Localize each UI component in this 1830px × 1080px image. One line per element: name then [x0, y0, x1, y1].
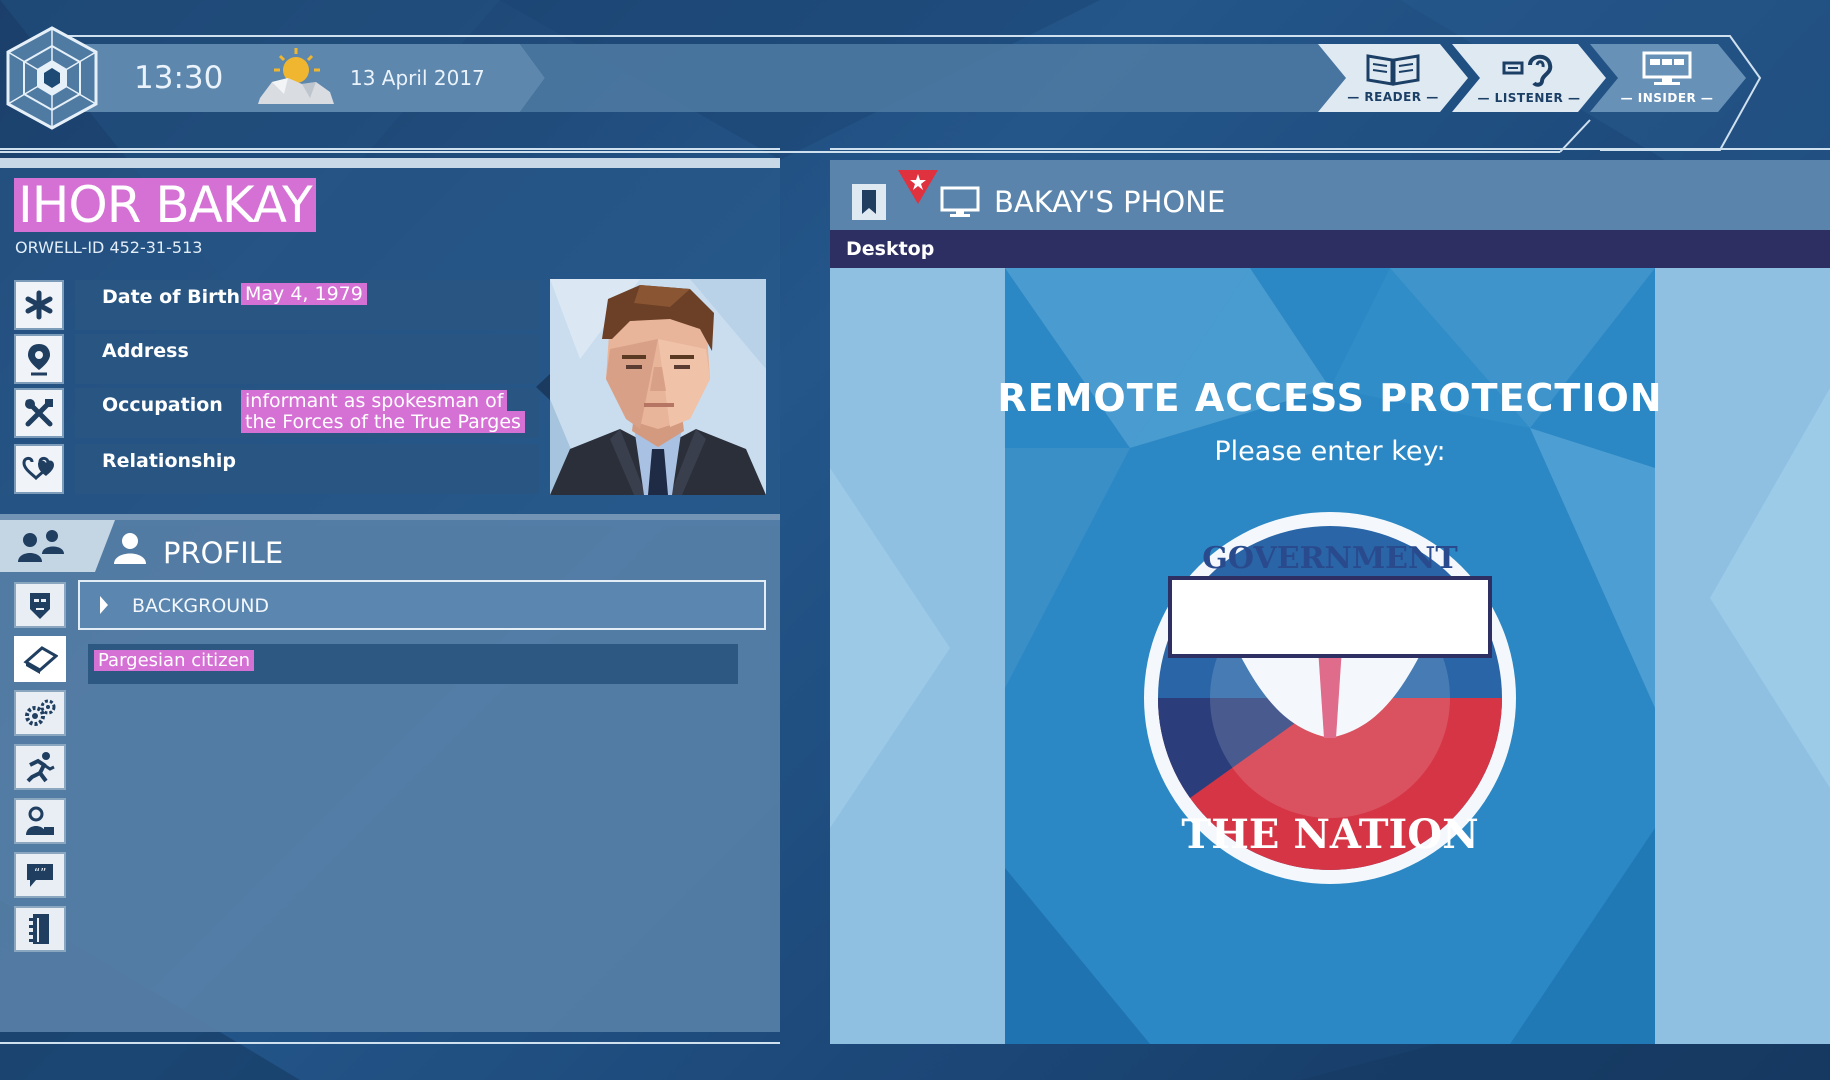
partly-sunny-icon — [254, 48, 340, 110]
occupation-value-line1: informant as spokesman of — [241, 390, 508, 412]
path-breadcrumb: Desktop — [846, 238, 935, 260]
listener-mode-label: — LISTENER — — [1477, 91, 1581, 105]
desktop-icon — [940, 186, 980, 222]
occupation-label: Occupation — [102, 394, 223, 416]
svg-text:“”: “” — [34, 866, 46, 880]
background-category-toggle[interactable]: BACKGROUND — [78, 580, 766, 630]
occupation-value-line2: the Forces of the True Parges — [241, 411, 525, 433]
running-person-icon[interactable] — [14, 744, 66, 790]
insider-mode-button[interactable]: — INSIDER — — [1606, 44, 1728, 112]
background-category-label: BACKGROUND — [132, 595, 270, 617]
portrait-pointer — [536, 372, 552, 402]
gears-icon[interactable] — [14, 690, 66, 736]
computer-icon — [1642, 51, 1692, 85]
background-entry[interactable]: Pargesian citizen — [94, 650, 255, 671]
occupation-value[interactable]: informant as spokesman of the Forces of … — [241, 390, 525, 433]
phone-title: BAKAY'S PHONE — [994, 185, 1226, 219]
seal-top-text: GOVERNMENT — [1202, 541, 1458, 576]
new-alert-icon — [898, 170, 938, 208]
access-heading: REMOTE ACCESS PROTECTION — [997, 376, 1663, 420]
date-of-birth-value[interactable]: May 4, 1979 — [241, 283, 367, 305]
location-pin-icon[interactable] — [14, 334, 64, 384]
hearts-icon[interactable] — [14, 444, 64, 494]
book-icon[interactable] — [14, 636, 66, 682]
profile-section-title: PROFILE — [163, 536, 284, 570]
ear-icon — [1502, 54, 1553, 87]
profile-person-icon — [114, 532, 146, 568]
date-of-birth-value-text: May 4, 1979 — [241, 283, 367, 305]
background-entry-text: Pargesian citizen — [94, 650, 255, 671]
address-label: Address — [102, 340, 189, 362]
listener-mode-button[interactable]: — LISTENER — — [1468, 44, 1590, 112]
seal-bottom-text: THE NATION — [1181, 811, 1478, 858]
notebook-icon[interactable] — [14, 906, 66, 952]
people-network-icon[interactable] — [16, 526, 68, 572]
bookmark-icon[interactable] — [852, 184, 886, 224]
tools-icon[interactable] — [14, 388, 64, 438]
access-prompt: Please enter key: — [1214, 436, 1446, 467]
expand-arrow-icon — [100, 596, 108, 614]
game-logo — [0, 26, 104, 130]
suspect-name: IHOR BAKAY — [14, 178, 316, 232]
speech-bubble-icon[interactable]: “” — [14, 852, 66, 898]
reader-mode-label: — READER — — [1347, 90, 1439, 104]
book-icon — [1366, 54, 1420, 86]
phone-screen: GOVERNMENT THE NATION REMOTE ACCESS PROT… — [830, 268, 1830, 1044]
access-key-input[interactable] — [1168, 576, 1492, 658]
reader-mode-button[interactable]: — READER — — [1332, 44, 1454, 112]
face-icon[interactable] — [14, 582, 66, 628]
current-date: 13 April 2017 — [350, 66, 485, 90]
suspect-portrait[interactable] — [550, 279, 766, 495]
person-info-icon[interactable] — [14, 798, 66, 844]
clock-time: 13:30 — [134, 60, 224, 96]
orwell-id: ORWELL-ID 452-31-513 — [15, 238, 203, 257]
insider-mode-label: — INSIDER — — [1620, 91, 1714, 105]
date-of-birth-label: Date of Birth — [102, 286, 241, 308]
relationship-label: Relationship — [102, 450, 236, 472]
asterisk-icon[interactable] — [14, 280, 64, 330]
